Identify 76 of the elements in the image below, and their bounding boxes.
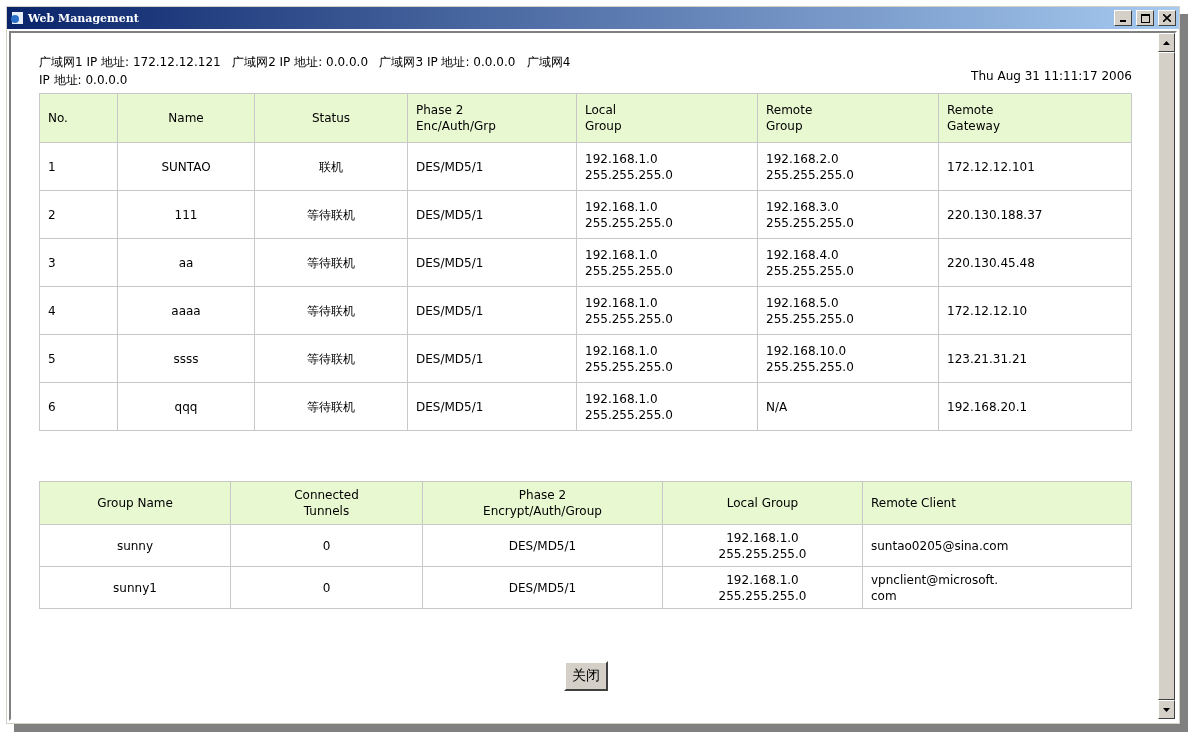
wan-info: 广域网1 IP 地址: 172.12.12.121 广域网2 IP 地址: 0.0.0.0 广域网3 IP 地址: 0.0.0.0 广域网4 IP 地址: 0.0.0.0 [39, 54, 572, 89]
column-header: Local Group [662, 481, 863, 525]
scroll-down-icon[interactable] [1163, 707, 1170, 712]
table-cell: qqq [117, 382, 255, 431]
table-cell: DES/MD5/1 [407, 142, 577, 191]
column-header: Group Name [39, 481, 231, 525]
table-cell: 192.168.1.0 255.255.255.0 [662, 566, 863, 609]
window-title: Web Management [28, 11, 140, 25]
column-header: Remote Group [757, 93, 939, 143]
table-cell: sunny1 [39, 566, 231, 609]
table-cell: vpnclient@microsoft. com [862, 566, 1132, 609]
column-header: Status [254, 93, 408, 143]
table-cell: 192.168.1.0 255.255.255.0 [576, 238, 758, 287]
table-cell: aaaa [117, 286, 255, 335]
table-cell: 220.130.188.37 [938, 190, 1132, 239]
column-header: Phase 2 Encrypt/Auth/Group [422, 481, 663, 525]
table-cell: 等待联机 [254, 286, 408, 335]
table-cell: 联机 [254, 142, 408, 191]
table-cell: suntao0205@sina.com [862, 524, 1132, 567]
column-header: No. [39, 93, 118, 143]
table-cell: DES/MD5/1 [422, 566, 663, 609]
column-header: Phase 2 Enc/Auth/Grp [407, 93, 577, 143]
table-cell: 192.168.1.0 255.255.255.0 [576, 334, 758, 383]
table-cell: 220.130.45.48 [938, 238, 1132, 287]
table-cell: 172.12.12.10 [938, 286, 1132, 335]
table-cell: DES/MD5/1 [407, 382, 577, 431]
table-cell: 等待联机 [254, 334, 408, 383]
app-icon [10, 11, 24, 25]
table-cell: 1 [39, 142, 118, 191]
table-cell: 3 [39, 238, 118, 287]
table-cell: 192.168.20.1 [938, 382, 1132, 431]
table-cell: 4 [39, 286, 118, 335]
table-cell: 192.168.3.0 255.255.255.0 [757, 190, 939, 239]
table-cell: 6 [39, 382, 118, 431]
table-cell: 0 [230, 566, 423, 609]
table-cell: 等待联机 [254, 238, 408, 287]
table-cell: 123.21.31.21 [938, 334, 1132, 383]
column-header: Remote Client [862, 481, 1132, 525]
table-cell: 192.168.4.0 255.255.255.0 [757, 238, 939, 287]
scroll-up-icon[interactable] [1163, 40, 1170, 45]
table-cell: 192.168.10.0 255.255.255.0 [757, 334, 939, 383]
close-dialog-button[interactable]: 关闭 [563, 661, 608, 691]
table-cell: 192.168.5.0 255.255.255.0 [757, 286, 939, 335]
maximize-button[interactable] [1136, 10, 1154, 26]
table-cell: DES/MD5/1 [407, 334, 577, 383]
table-cell: 2 [39, 190, 118, 239]
table-cell: 等待联机 [254, 190, 408, 239]
table-cell: aa [117, 238, 255, 287]
column-header: Remote Gateway [938, 93, 1132, 143]
maximize-icon [1140, 13, 1150, 23]
table-cell: 0 [230, 524, 423, 567]
table-cell: 192.168.1.0 255.255.255.0 [576, 190, 758, 239]
column-header: Connected Tunnels [230, 481, 423, 525]
table-cell: DES/MD5/1 [407, 286, 577, 335]
table-cell: DES/MD5/1 [407, 190, 577, 239]
table-cell: N/A [757, 382, 939, 431]
table-cell: sunny [39, 524, 231, 567]
table-cell: DES/MD5/1 [422, 524, 663, 567]
table-cell: 111 [117, 190, 255, 239]
table-cell: 192.168.1.0 255.255.255.0 [576, 142, 758, 191]
minimize-button[interactable] [1114, 10, 1132, 26]
table-cell: ssss [117, 334, 255, 383]
column-header: Name [117, 93, 255, 143]
table-cell: 等待联机 [254, 382, 408, 431]
table-cell: DES/MD5/1 [407, 238, 577, 287]
column-header: Local Group [576, 93, 758, 143]
table-cell: 192.168.2.0 255.255.255.0 [757, 142, 939, 191]
table-cell: 192.168.1.0 255.255.255.0 [576, 286, 758, 335]
table-cell: SUNTAO [117, 142, 255, 191]
table-cell: 192.168.1.0 255.255.255.0 [662, 524, 863, 567]
table-cell: 172.12.12.101 [938, 142, 1132, 191]
table-cell: 192.168.1.0 255.255.255.0 [576, 382, 758, 431]
date-time: Thu Aug 31 11:11:17 2006 [971, 68, 1132, 85]
table-cell: 5 [39, 334, 118, 383]
close-button[interactable] [1158, 10, 1176, 26]
close-icon [1163, 14, 1171, 22]
